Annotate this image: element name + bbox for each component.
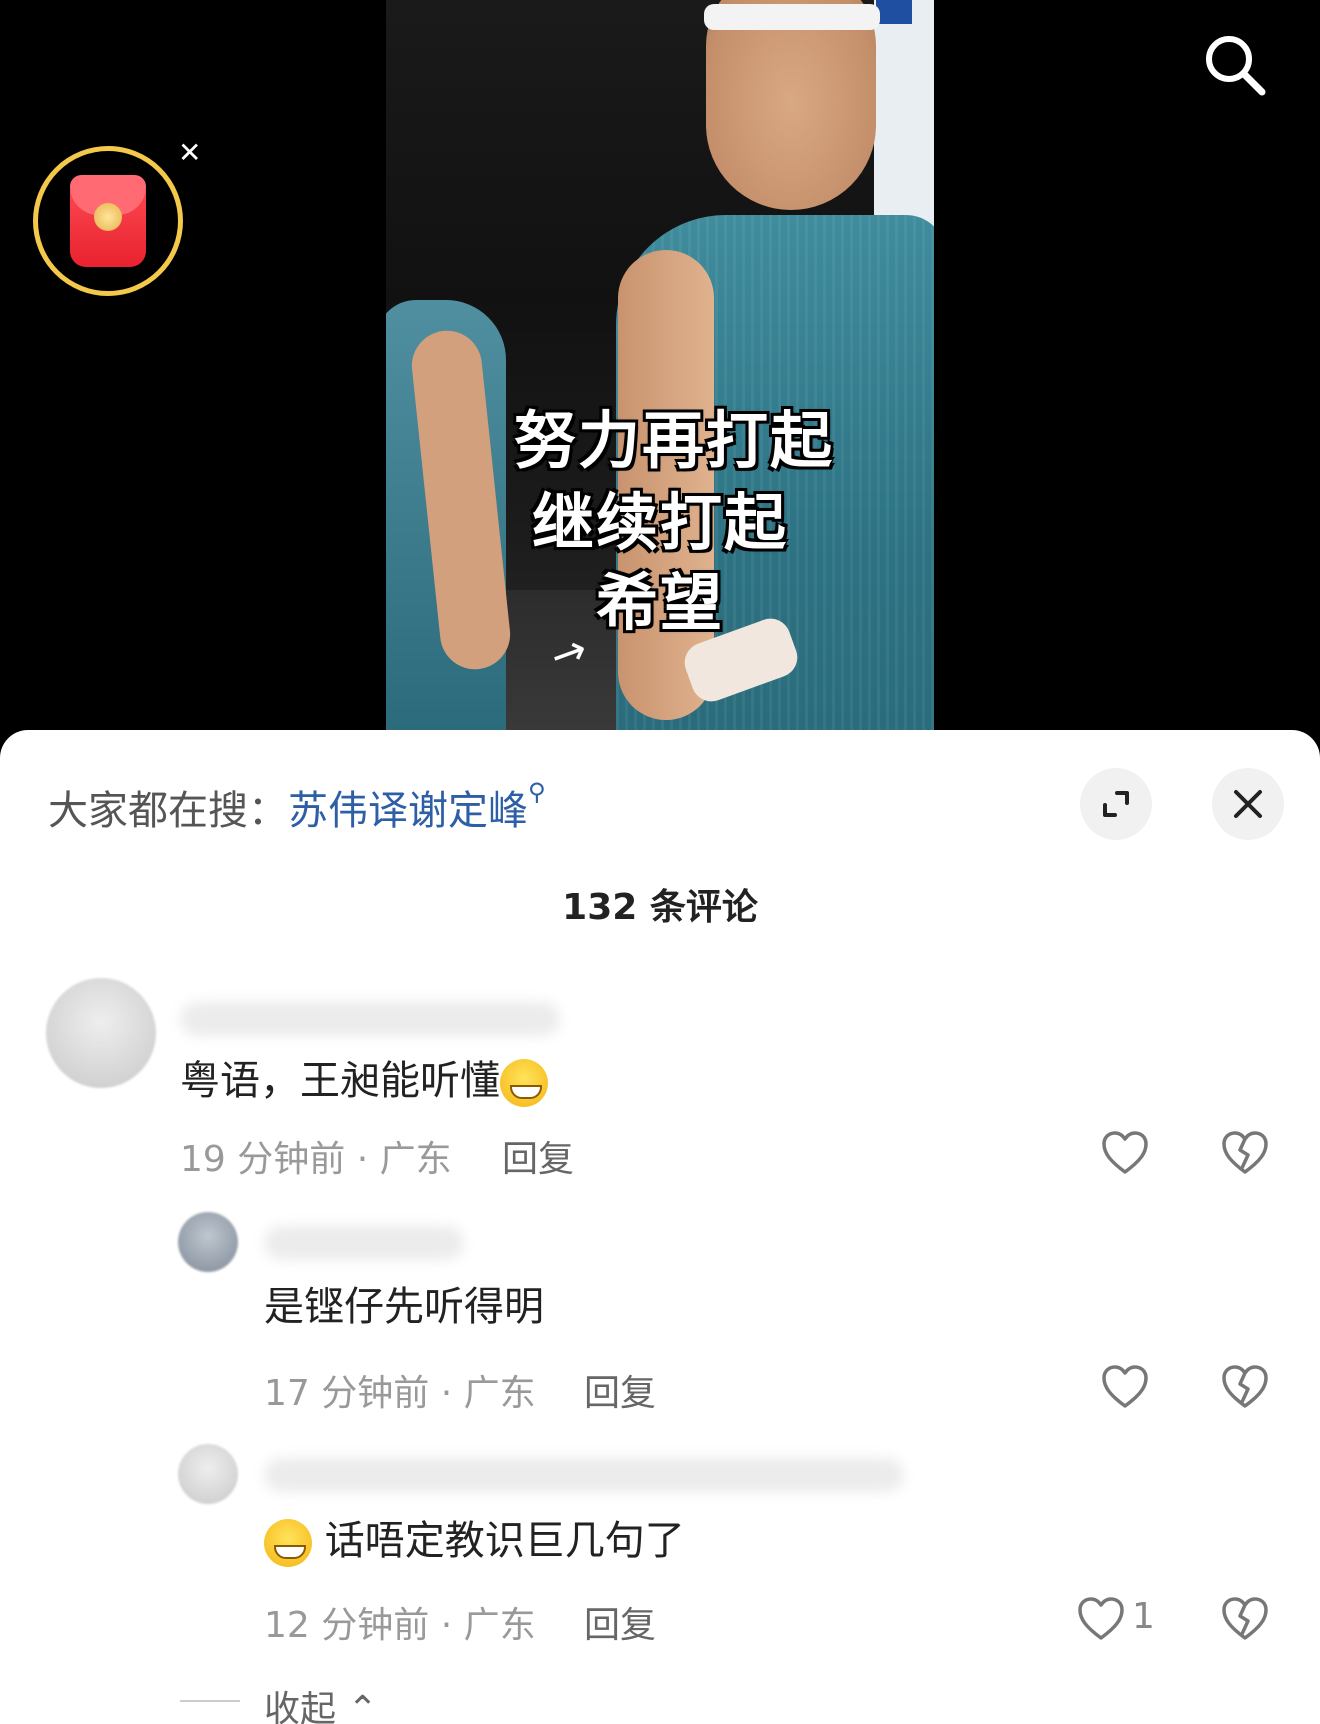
collapse-divider bbox=[180, 1700, 240, 1702]
close-icon bbox=[1234, 790, 1262, 818]
comment-count-title: 132 条评论 bbox=[562, 887, 758, 928]
hot-search-bar[interactable]: 大家都在搜：苏伟译谢定峰⚲ bbox=[48, 778, 546, 836]
comment-text: 是铿仔先听得明 bbox=[264, 1284, 544, 1330]
video-caption-line-2: 继续打起 bbox=[531, 486, 788, 559]
video-player[interactable]: → 努力再打起 继续打起 希望 ✕ bbox=[0, 0, 1320, 760]
comment-panel: 大家都在搜：苏伟译谢定峰⚲ 132 条评论 粤语，王昶能听懂 19 分钟前 · … bbox=[0, 730, 1320, 1724]
expand-icon bbox=[1103, 791, 1129, 817]
video-caption-line-1: 努力再打起 bbox=[513, 404, 834, 477]
video-caption-line-3: 希望 bbox=[595, 566, 724, 639]
grin-emoji-icon bbox=[264, 1519, 312, 1567]
reply-button[interactable]: 回复 bbox=[502, 1130, 574, 1182]
like-heart-icon[interactable] bbox=[1076, 1594, 1126, 1644]
collapse-replies-button[interactable]: 收起 ⌃ bbox=[264, 1680, 378, 1724]
dislike-broken-heart-icon[interactable] bbox=[1220, 1362, 1270, 1412]
comment-time: 12 分钟前 · 广东 bbox=[264, 1605, 536, 1646]
red-packet-close-icon[interactable]: ✕ bbox=[178, 136, 201, 169]
close-panel-button[interactable] bbox=[1212, 768, 1284, 840]
red-envelope-icon bbox=[70, 175, 146, 267]
like-heart-icon[interactable] bbox=[1100, 1128, 1150, 1178]
video-backdrop bbox=[874, 0, 934, 230]
comment-time: 17 分钟前 · 广东 bbox=[264, 1373, 536, 1414]
like-heart-icon[interactable] bbox=[1100, 1362, 1150, 1412]
comment-time: 19 分钟前 · 广东 bbox=[180, 1139, 452, 1180]
avatar[interactable] bbox=[46, 978, 156, 1088]
comment-text: 话唔定教识巨几句了 bbox=[264, 1508, 685, 1567]
dislike-broken-heart-icon[interactable] bbox=[1220, 1594, 1270, 1644]
comment-text: 粤语，王昶能听懂 bbox=[180, 1048, 548, 1107]
player-main-head bbox=[706, 0, 876, 210]
reply-button[interactable]: 回复 bbox=[584, 1364, 656, 1416]
red-envelope-coin bbox=[94, 203, 122, 231]
hot-search-prefix: 大家都在搜： bbox=[48, 788, 288, 834]
like-count: 1 bbox=[1132, 1596, 1155, 1637]
username-blurred[interactable] bbox=[264, 1458, 904, 1492]
red-packet-button[interactable] bbox=[33, 146, 183, 296]
avatar[interactable] bbox=[178, 1444, 238, 1504]
search-icon: ⚲ bbox=[528, 778, 546, 806]
avatar[interactable] bbox=[178, 1212, 238, 1272]
search-icon[interactable] bbox=[1200, 30, 1270, 100]
reply-button[interactable]: 回复 bbox=[584, 1596, 656, 1648]
dislike-broken-heart-icon[interactable] bbox=[1220, 1128, 1270, 1178]
username-blurred[interactable] bbox=[180, 1002, 560, 1036]
player-headband bbox=[704, 4, 880, 30]
expand-button[interactable] bbox=[1080, 768, 1152, 840]
video-frame[interactable]: → 努力再打起 继续打起 希望 bbox=[386, 0, 934, 740]
grin-emoji-icon bbox=[500, 1059, 548, 1107]
backdrop-logo bbox=[876, 0, 912, 24]
chevron-up-icon: ⌃ bbox=[347, 1689, 378, 1724]
hot-search-link[interactable]: 苏伟译谢定峰 bbox=[288, 788, 528, 834]
username-blurred[interactable] bbox=[264, 1226, 464, 1260]
